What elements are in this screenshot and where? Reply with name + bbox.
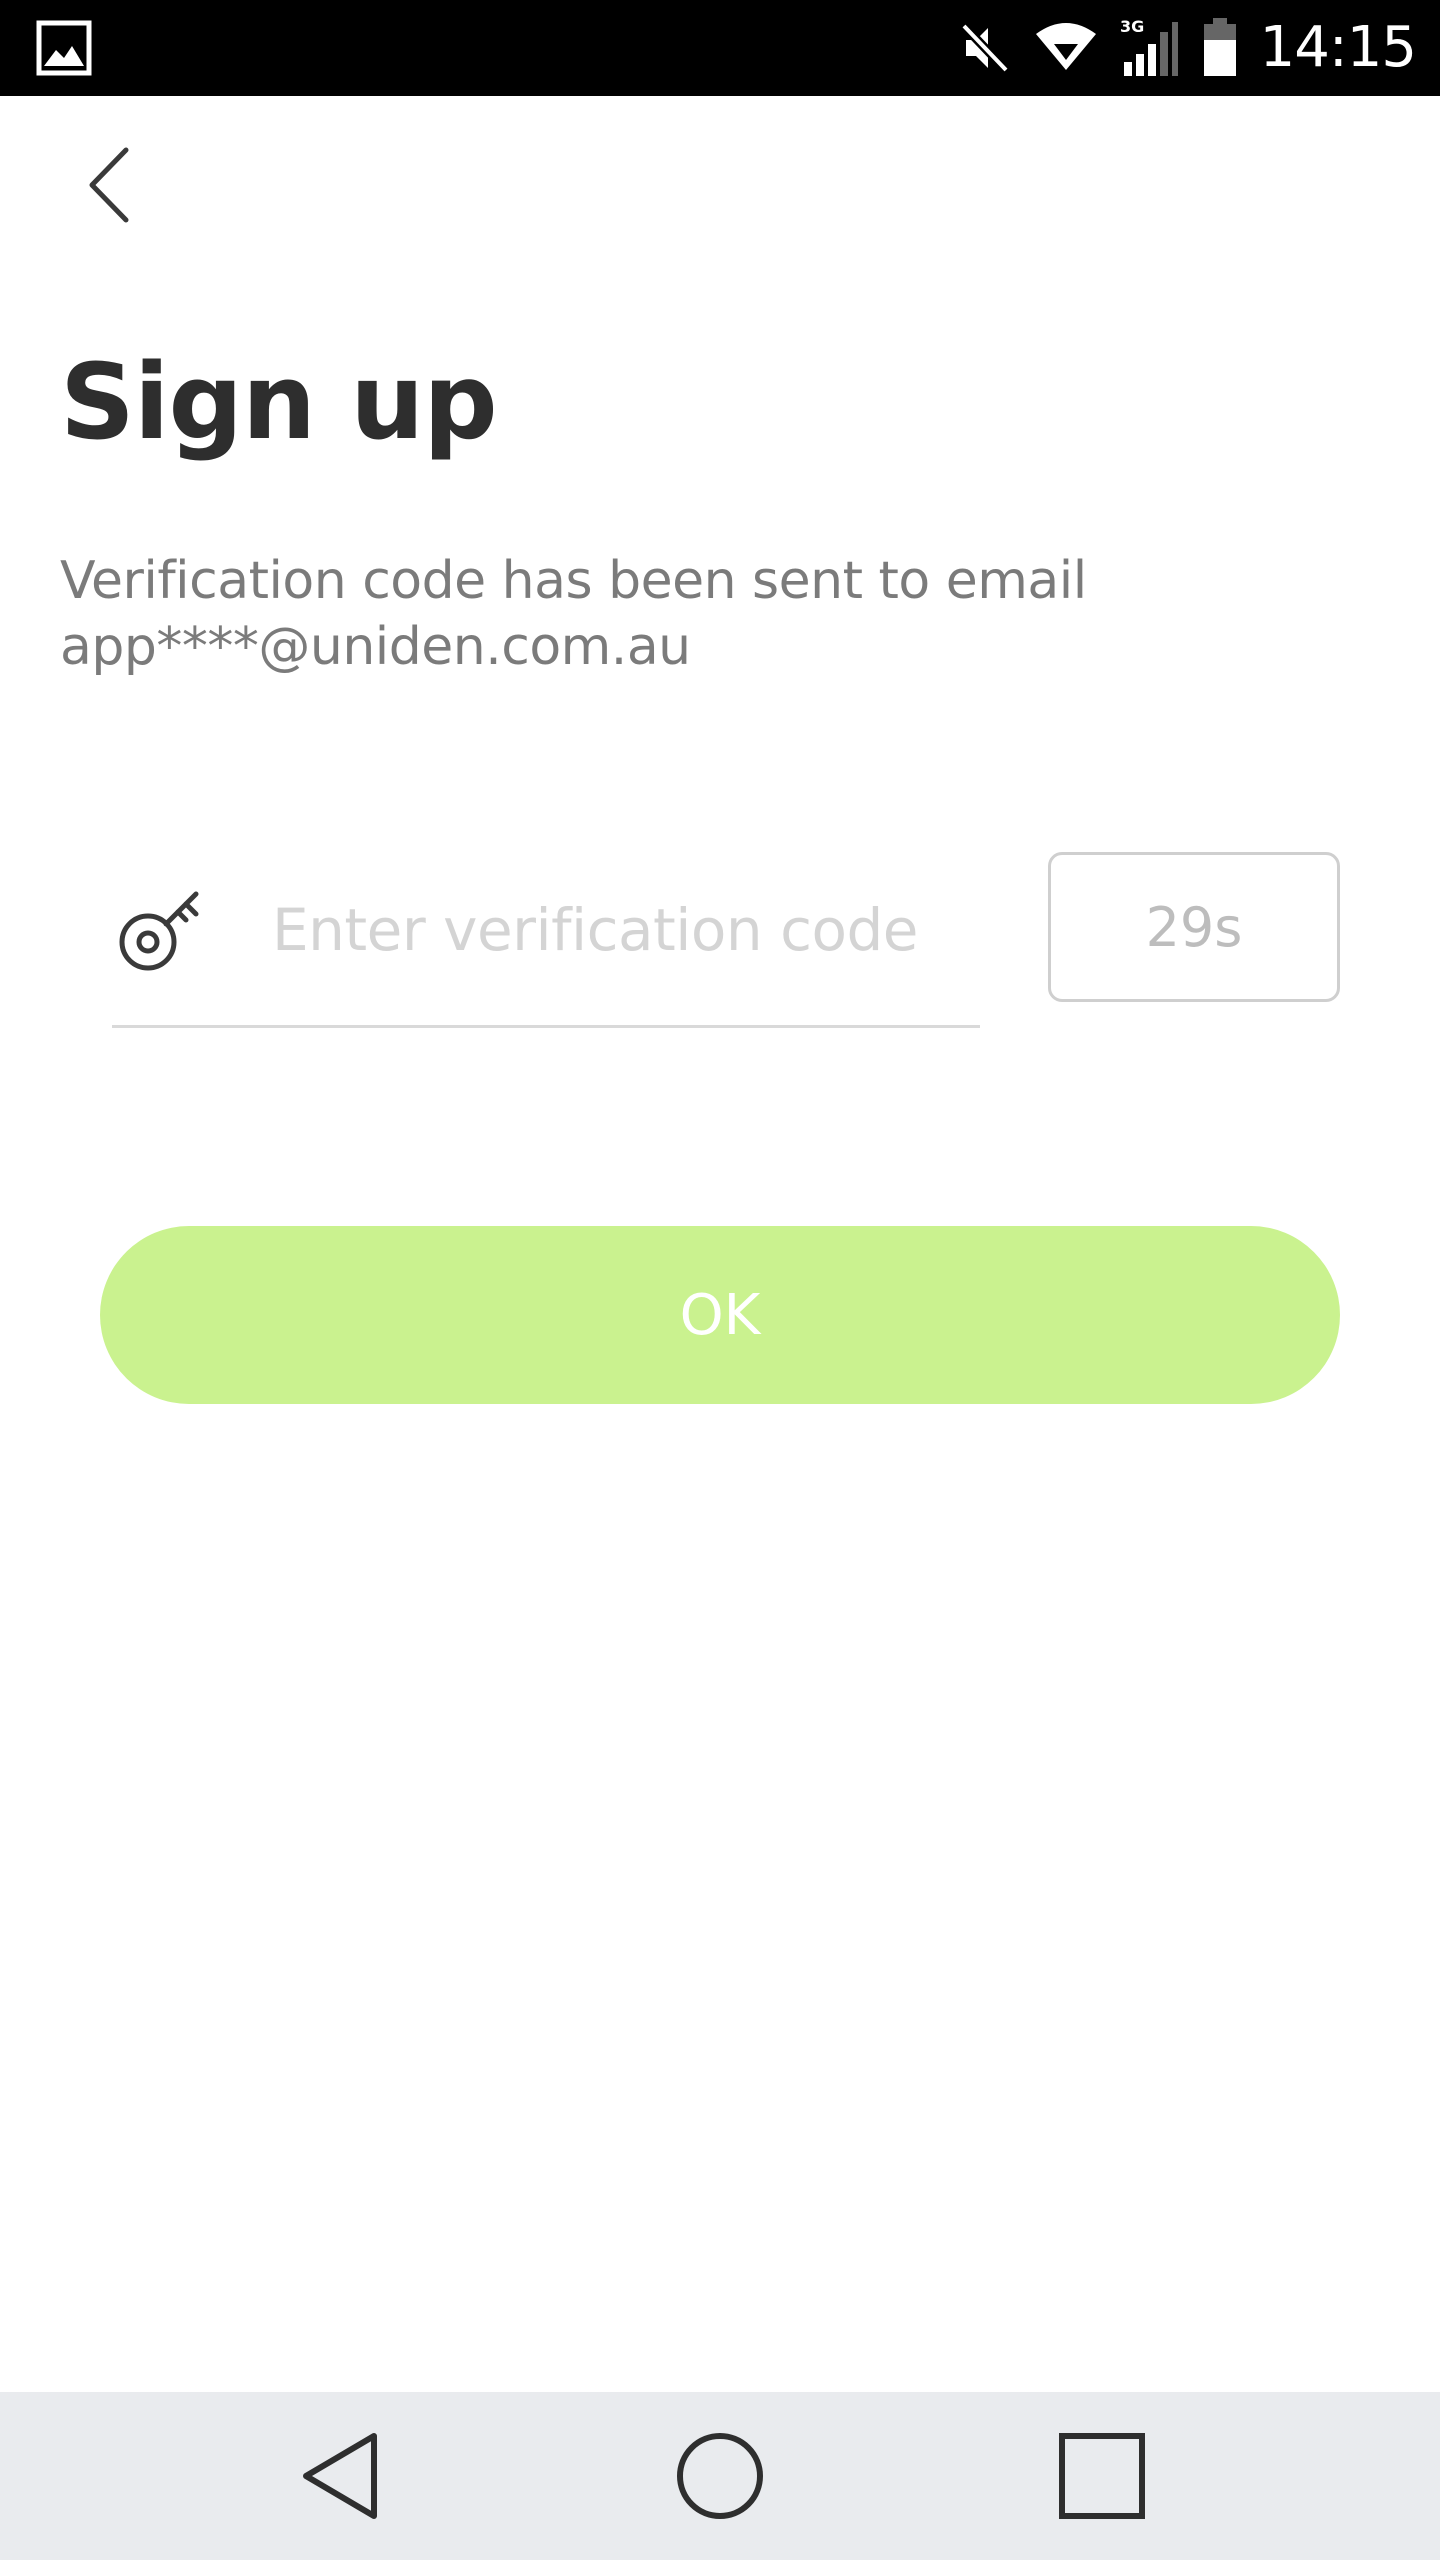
battery-icon [1203, 18, 1236, 76]
clock: 14:15 [1259, 15, 1417, 80]
back-button[interactable] [60, 130, 160, 240]
email-address: app****@uniden.com.au [60, 617, 691, 677]
nav-home-icon [677, 2433, 763, 2519]
navigation-bar [0, 2392, 1440, 2560]
status-bar: 3G 14:15 [0, 0, 1440, 96]
verification-code-input[interactable] [272, 880, 972, 980]
nav-recent-icon [1059, 2433, 1145, 2519]
nav-back-icon [303, 2433, 377, 2519]
nav-back-button[interactable] [286, 2426, 396, 2526]
chevron-left-icon [89, 147, 129, 223]
verification-message: Verification code has been sent to email… [60, 548, 1360, 680]
network-label: 3G [1120, 18, 1144, 36]
signal-icon: 3G [1120, 18, 1178, 76]
message-line: Verification code has been sent to email [60, 551, 1087, 611]
image-notification-icon [36, 20, 92, 76]
resend-countdown-button[interactable]: 29s [1048, 852, 1340, 1002]
mute-icon [960, 22, 1009, 74]
status-icons: 3G 14:15 [956, 0, 1417, 96]
page-title: Sign up [60, 341, 498, 463]
nav-home-button[interactable] [665, 2426, 775, 2526]
verification-code-field [112, 850, 980, 1028]
wifi-icon [1035, 23, 1096, 70]
ok-button[interactable]: OK [100, 1226, 1340, 1404]
key-icon [119, 891, 199, 971]
nav-recent-button[interactable] [1047, 2426, 1157, 2526]
